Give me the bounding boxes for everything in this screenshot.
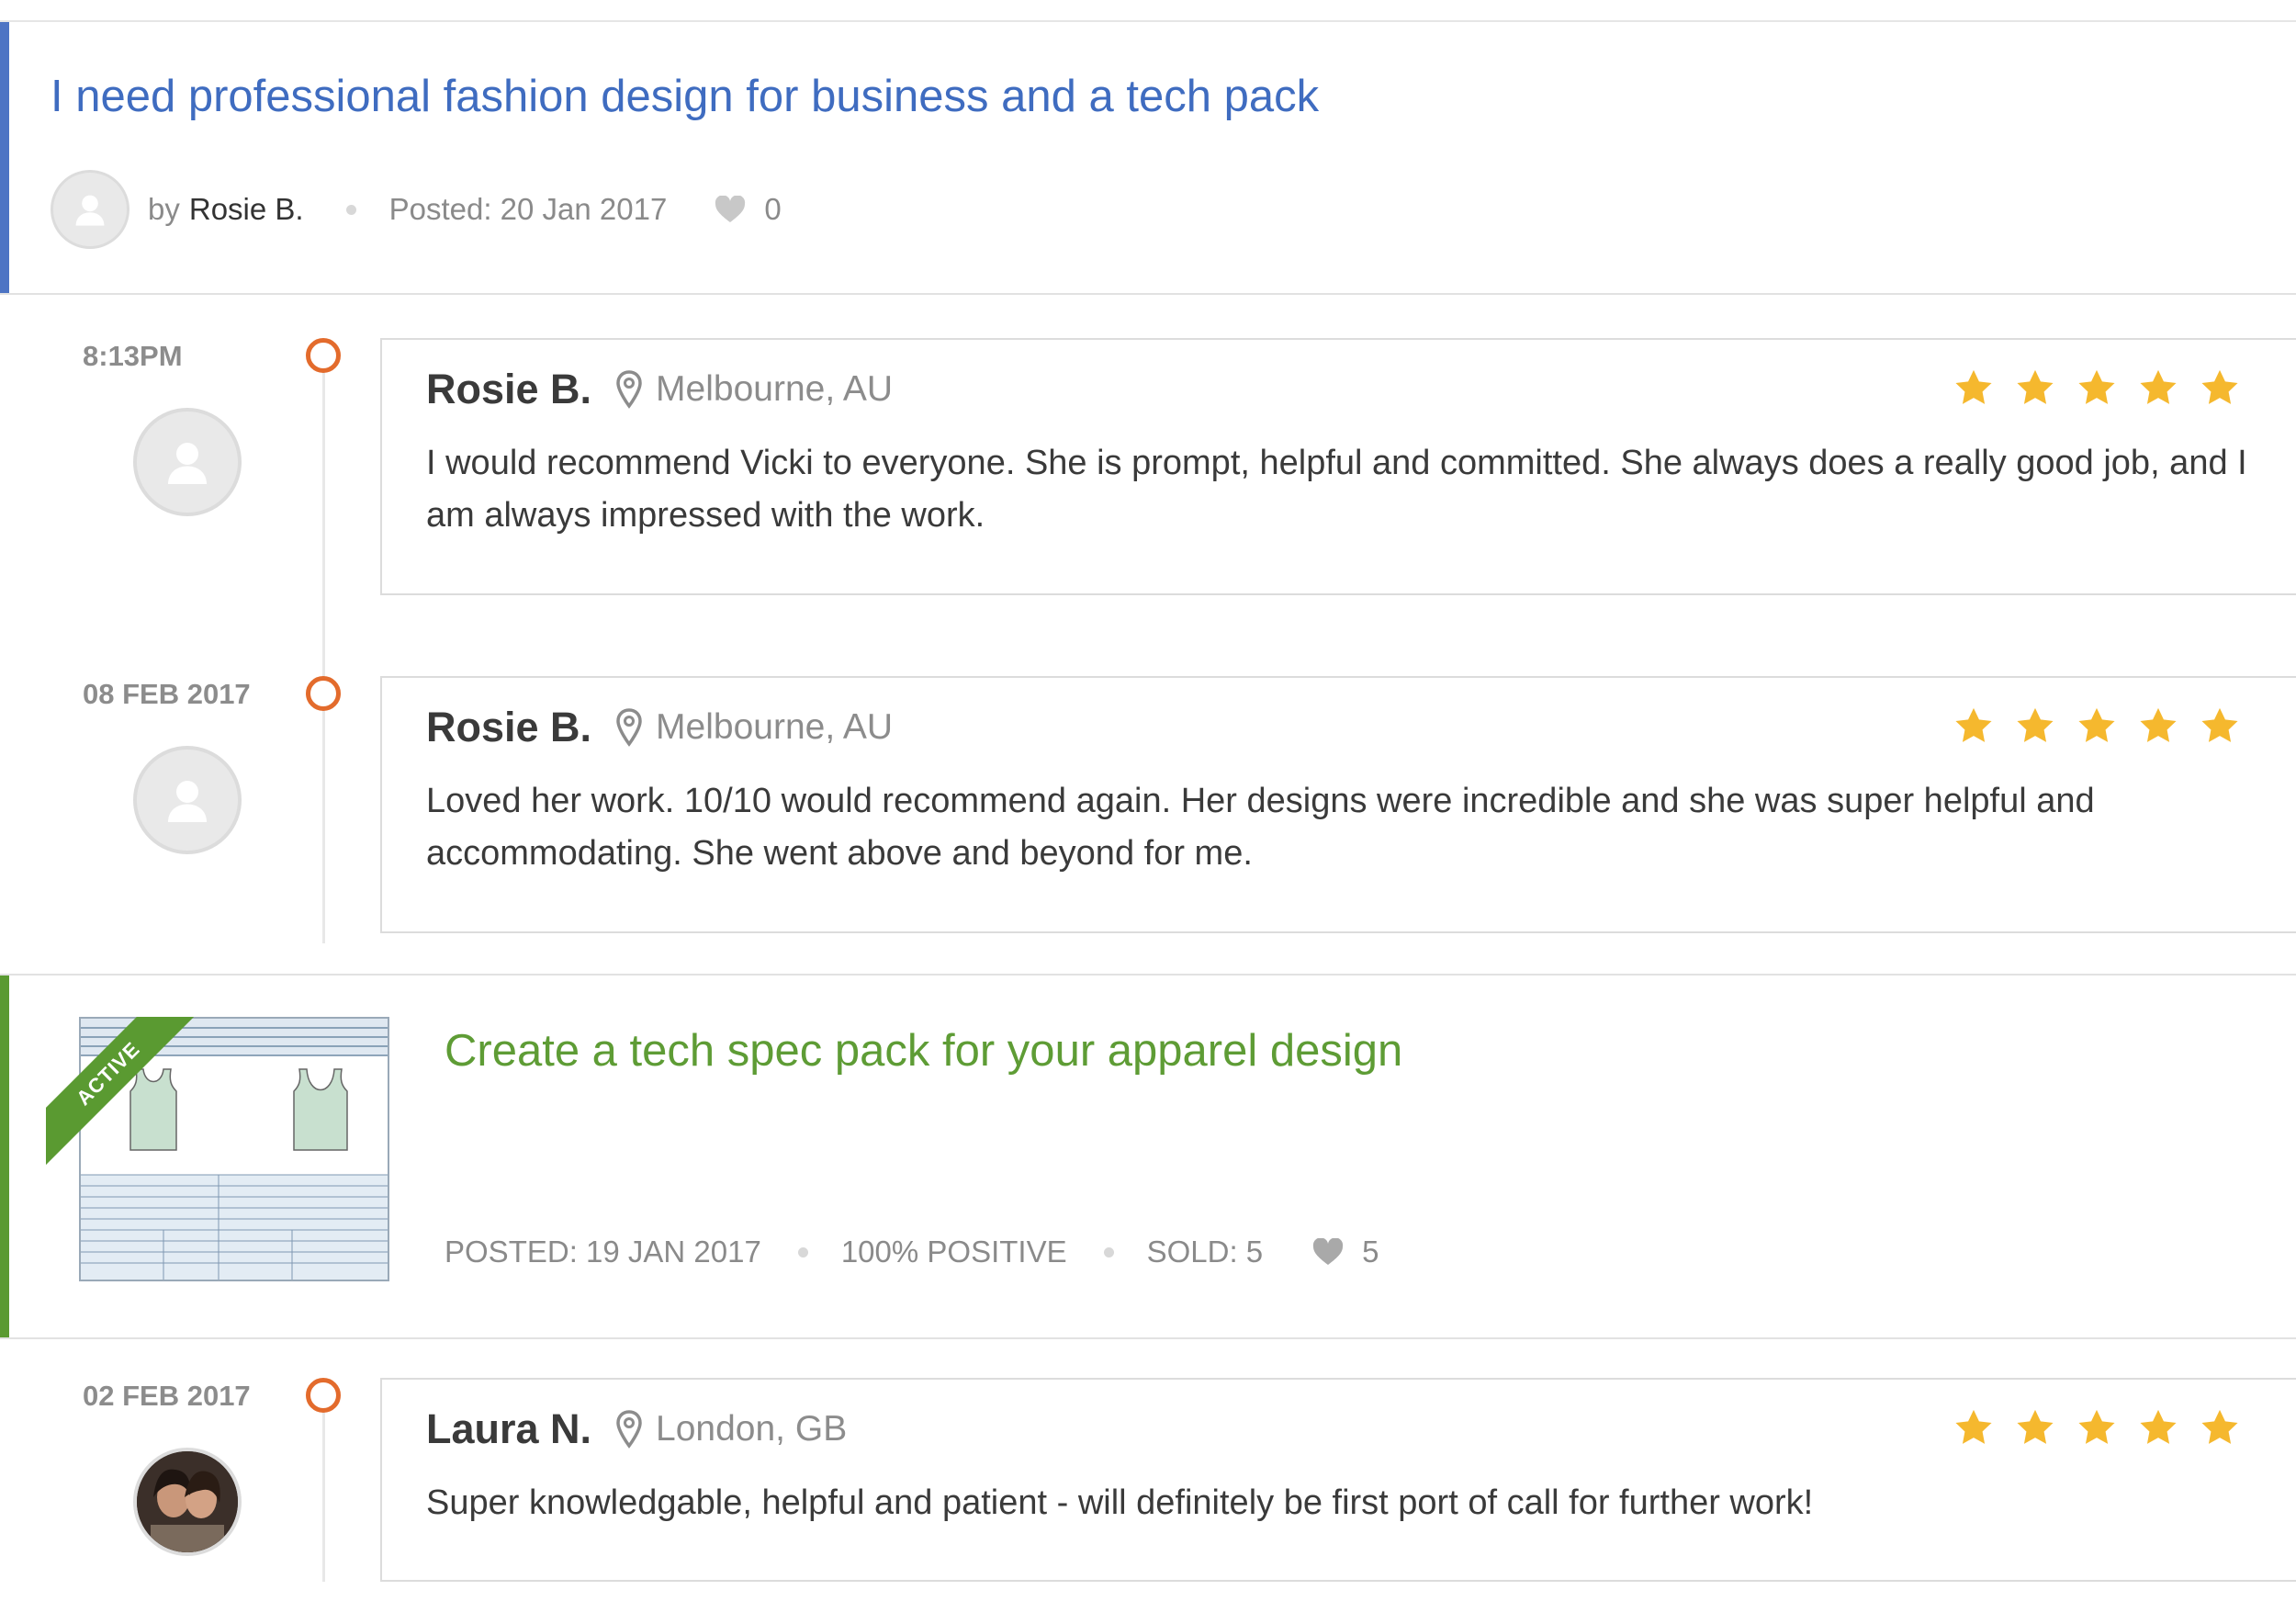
meta-separator xyxy=(797,1246,808,1257)
reviewer-avatar[interactable] xyxy=(133,1448,242,1556)
reviewer-location-text: Melbourne, AU xyxy=(656,707,894,747)
review-card: Laura N. London, GB Super knowledgable, … xyxy=(380,1378,2296,1582)
star-icon xyxy=(2076,367,2118,410)
review-text: Loved her work. 10/10 would recommend ag… xyxy=(426,782,2095,873)
map-pin-icon xyxy=(616,708,642,747)
star-icon xyxy=(2137,1407,2179,1449)
reviewer-location: Melbourne, AU xyxy=(615,369,893,410)
star-icon xyxy=(2199,367,2241,410)
reviewer-location-text: Melbourne, AU xyxy=(656,369,894,409)
star-icon xyxy=(2137,367,2179,410)
service-positive-rating: 100% POSITIVE xyxy=(840,1235,1067,1269)
timeline-line xyxy=(322,354,325,943)
reviewer-row: Rosie B. Melbourne, AU xyxy=(426,366,893,413)
reviewer-location: Melbourne, AU xyxy=(615,707,893,748)
active-badge: ACTIVE xyxy=(46,1017,202,1173)
reviewer-name[interactable]: Rosie B. xyxy=(426,366,591,413)
star-icon xyxy=(1953,367,1995,410)
meta-separator xyxy=(1103,1246,1114,1257)
star-icon xyxy=(1953,705,1995,748)
service-title-link[interactable]: Create a tech spec pack for your apparel… xyxy=(445,1025,1402,1077)
review-time: 08 FEB 2017 xyxy=(83,678,251,710)
reviewer-row: Rosie B. Melbourne, AU xyxy=(426,704,893,751)
star-rating xyxy=(1953,367,2260,410)
reviewer-location: London, GB xyxy=(615,1409,847,1449)
timeline-line xyxy=(322,1398,325,1582)
author-avatar[interactable] xyxy=(51,170,129,249)
job-meta: by Rosie B. Posted: 20 Jan 2017 0 xyxy=(51,169,782,250)
star-icon xyxy=(2199,705,2241,748)
service-block: ACTIVE Create a tech spec pack for your … xyxy=(0,974,2296,1339)
by-label: by xyxy=(148,192,180,226)
user-placeholder-icon xyxy=(168,781,207,822)
reviewer-location-text: London, GB xyxy=(656,1409,848,1449)
review-card: Rosie B. Melbourne, AU Loved her work. 1… xyxy=(380,676,2296,933)
heart-icon xyxy=(1313,1238,1344,1265)
review-text: Super knowledgable, helpful and patient … xyxy=(426,1483,1814,1522)
service-meta: POSTED: 19 JAN 2017 100% POSITIVE SOLD: … xyxy=(445,1235,1379,1269)
star-rating xyxy=(1953,1407,2260,1449)
user-placeholder-icon xyxy=(75,195,105,226)
job-likes-count: 0 xyxy=(764,192,782,226)
star-icon xyxy=(2199,1407,2241,1449)
user-placeholder-icon xyxy=(168,443,207,484)
service-likes[interactable]: 5 xyxy=(1312,1235,1379,1269)
timeline-marker xyxy=(306,1378,341,1413)
review-time: 8:13PM xyxy=(83,340,183,372)
star-icon xyxy=(2014,705,2056,748)
reviewer-avatar[interactable] xyxy=(133,408,242,516)
review-time: 02 FEB 2017 xyxy=(83,1380,251,1412)
reviewer-name[interactable]: Laura N. xyxy=(426,1405,591,1453)
service-posted-date: POSTED: 19 JAN 2017 xyxy=(445,1235,761,1269)
map-pin-icon xyxy=(616,1410,642,1449)
job-title-link[interactable]: I need professional fashion design for b… xyxy=(51,71,1319,122)
review-card: Rosie B. Melbourne, AU I would recommend… xyxy=(380,338,2296,595)
service-accent-bar xyxy=(0,976,9,1337)
star-icon xyxy=(2076,705,2118,748)
review-text: I would recommend Vicki to everyone. She… xyxy=(426,444,2247,535)
service-likes-count: 5 xyxy=(1362,1235,1379,1269)
star-icon xyxy=(2014,367,2056,410)
reviewer-name[interactable]: Rosie B. xyxy=(426,704,591,751)
reviewer-avatar[interactable] xyxy=(133,746,242,854)
star-icon xyxy=(2014,1407,2056,1449)
posted-date: Posted: 20 Jan 2017 xyxy=(388,192,668,226)
map-pin-icon xyxy=(616,370,642,409)
reviewer-row: Laura N. London, GB xyxy=(426,1405,847,1453)
star-icon xyxy=(2137,705,2179,748)
star-icon xyxy=(1953,1407,1995,1449)
timeline-marker xyxy=(306,676,341,711)
timeline-marker xyxy=(306,338,341,373)
active-ribbon: ACTIVE xyxy=(46,1017,202,1173)
star-icon xyxy=(2076,1407,2118,1449)
job-likes[interactable]: 0 xyxy=(715,192,782,227)
user-photo-icon xyxy=(137,1451,238,1552)
heart-icon xyxy=(715,196,746,222)
author-name-link[interactable]: Rosie B. xyxy=(189,192,304,227)
meta-separator xyxy=(345,204,356,215)
star-rating xyxy=(1953,705,2260,748)
job-accent-bar xyxy=(0,22,9,293)
job-header: I need professional fashion design for b… xyxy=(0,22,2296,295)
service-sold-count: SOLD: 5 xyxy=(1146,1235,1264,1269)
